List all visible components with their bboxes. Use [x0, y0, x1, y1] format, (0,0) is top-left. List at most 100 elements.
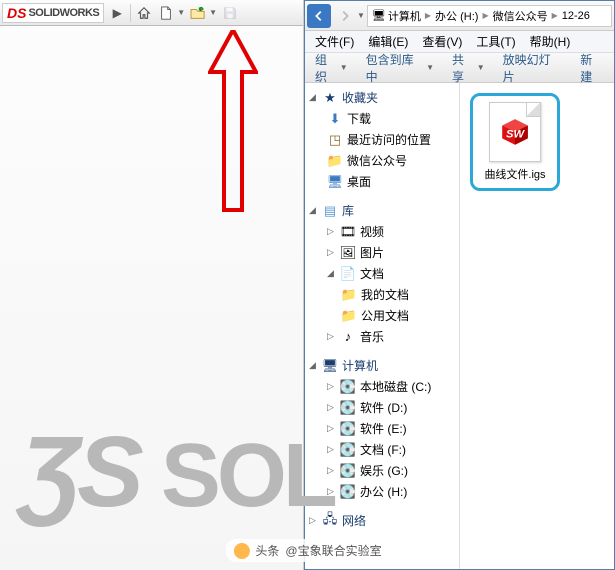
expand-icon: ▷ [327, 402, 336, 413]
tree-label: 音乐 [360, 328, 384, 345]
open-dropdown-icon[interactable]: ▼ [209, 8, 217, 17]
chevron-down-icon: ▼ [340, 63, 348, 72]
nav-history-icon[interactable]: ▼ [357, 11, 365, 20]
annotation-arrow-icon [208, 30, 258, 215]
computer-icon: 🖥 [372, 9, 386, 22]
recent-icon: ◳ [327, 132, 343, 148]
tree-label: 微信公众号 [347, 152, 407, 169]
solidworks-toolbar: DS SOLIDWORKS ▶ ▼ ▼ [0, 0, 303, 26]
folder-icon: 📁 [341, 308, 357, 324]
tree-label: 软件 (E:) [360, 420, 407, 437]
open-icon[interactable] [189, 4, 207, 22]
expand-button[interactable]: ▶ [108, 4, 126, 22]
tree-music[interactable]: ▷ ♪音乐 [305, 326, 459, 347]
cmd-share[interactable]: 共享 ▼ [448, 49, 489, 87]
tree-label: 软件 (D:) [360, 399, 407, 416]
expand-icon: ▷ [327, 226, 336, 237]
document-icon: 📄 [340, 266, 356, 282]
tree-favorites[interactable]: ◢★收藏夹 [305, 87, 459, 108]
command-bar: 组织 ▼ 包含到库中 ▼ 共享 ▼ 放映幻灯片 新建 [305, 53, 614, 83]
tree-pictures[interactable]: ▷ 🖼图片 [305, 242, 459, 263]
tree-label: 桌面 [347, 173, 371, 190]
new-dropdown-icon[interactable]: ▼ [177, 8, 185, 17]
save-icon[interactable] [221, 4, 239, 22]
tree-documents[interactable]: ◢ 📄文档 [305, 263, 459, 284]
crumb-folder1[interactable]: 微信公众号 [491, 8, 550, 24]
tree-label: 下载 [347, 110, 371, 127]
cmd-label: 组织 [315, 51, 339, 85]
tree-label: 收藏夹 [342, 89, 378, 106]
cmd-include-library[interactable]: 包含到库中 ▼ [362, 49, 438, 87]
nav-back-button[interactable] [307, 4, 331, 28]
solidworks-logo[interactable]: DS SOLIDWORKS [2, 3, 104, 23]
chevron-right-icon: ▶ [425, 11, 431, 20]
cmd-new[interactable]: 新建 [576, 49, 608, 87]
tree-label: 图片 [360, 244, 384, 261]
tree-label: 文档 [360, 265, 384, 282]
tree-my-documents[interactable]: 📁我的文档 [305, 284, 459, 305]
tree-desktop[interactable]: 🖥桌面 [305, 171, 459, 192]
toolbar-separator [130, 4, 131, 22]
tree-public-documents[interactable]: 📁公用文档 [305, 305, 459, 326]
tree-label: 库 [342, 202, 354, 219]
solidworks-pane: DS SOLIDWORKS ▶ ▼ ▼ ƷS SOL [0, 0, 304, 570]
avatar-icon [233, 543, 249, 559]
tree-label: 办公 (H:) [360, 483, 407, 500]
expand-icon: ▷ [327, 331, 336, 342]
tree-label: 公用文档 [361, 307, 409, 324]
computer-icon: 🖥 [322, 358, 338, 374]
tree-recent[interactable]: ◳最近访问的位置 [305, 129, 459, 150]
cmd-label: 包含到库中 [366, 51, 425, 85]
drive-icon: 💽 [340, 484, 356, 500]
expand-icon: ▷ [327, 247, 336, 258]
solidworks-file-icon: SW [499, 116, 531, 148]
files-pane[interactable]: SW 曲线文件.igs [460, 83, 614, 569]
crumb-computer[interactable]: 🖥 计算机 [370, 8, 423, 24]
crumb-drive[interactable]: 办公 (H:) [433, 8, 480, 24]
crumb-folder2[interactable]: 12-26 [560, 10, 592, 22]
explorer-window: ▼ 🖥 计算机 ▶ 办公 (H:) ▶ 微信公众号 ▶ 12-26 文件(F) … [304, 0, 615, 570]
tree-label: 娱乐 (G:) [360, 462, 408, 479]
download-icon: ⬇ [327, 111, 343, 127]
tree-label: 最近访问的位置 [347, 131, 431, 148]
logo-text: SOLIDWORKS [28, 7, 99, 19]
explorer-body: ◢★收藏夹 ⬇下载 ◳最近访问的位置 📁微信公众号 🖥桌面 ◢▤库 ▷🎞视频 ▷… [305, 83, 614, 569]
tree-computer[interactable]: ◢🖥计算机 [305, 355, 459, 376]
picture-icon: 🖼 [340, 245, 356, 261]
file-item-igs[interactable]: SW 曲线文件.igs [470, 93, 560, 191]
chevron-right-icon: ▶ [552, 11, 558, 20]
breadcrumb[interactable]: 🖥 计算机 ▶ 办公 (H:) ▶ 微信公众号 ▶ 12-26 [367, 5, 612, 27]
collapse-icon: ◢ [309, 360, 318, 371]
expand-icon: ▷ [327, 381, 336, 392]
tree-label: 网络 [342, 512, 366, 529]
tree-wechat-folder[interactable]: 📁微信公众号 [305, 150, 459, 171]
nav-forward-button[interactable] [333, 4, 357, 28]
file-thumbnail-icon: SW [489, 102, 541, 162]
tree-videos[interactable]: ▷🎞视频 [305, 221, 459, 242]
collapse-icon: ◢ [327, 268, 336, 279]
cmd-slideshow[interactable]: 放映幻灯片 [499, 49, 567, 87]
svg-text:SW: SW [506, 129, 525, 141]
crumb-label: 计算机 [388, 8, 421, 24]
drive-icon: 💽 [340, 463, 356, 479]
music-icon: ♪ [340, 329, 356, 345]
drive-icon: 💽 [340, 421, 356, 437]
home-icon[interactable] [135, 4, 153, 22]
tree-label: 文档 (F:) [360, 441, 406, 458]
collapse-icon: ◢ [309, 92, 318, 103]
chevron-down-icon: ▼ [477, 63, 485, 72]
tree-drive-c[interactable]: ▷💽本地磁盘 (C:) [305, 376, 459, 397]
new-document-icon[interactable] [157, 4, 175, 22]
logo-ds-icon: DS [7, 5, 26, 21]
chevron-down-icon: ▼ [426, 63, 434, 72]
cmd-organize[interactable]: 组织 ▼ [311, 49, 352, 87]
collapse-icon: ◢ [309, 205, 318, 216]
chevron-right-icon: ▶ [482, 11, 488, 20]
tree-label: 我的文档 [361, 286, 409, 303]
drive-icon: 💽 [340, 400, 356, 416]
folder-icon: 📁 [327, 153, 343, 169]
tree-libraries[interactable]: ◢▤库 [305, 200, 459, 221]
explorer-navbar: ▼ 🖥 计算机 ▶ 办公 (H:) ▶ 微信公众号 ▶ 12-26 [305, 1, 614, 31]
tree-downloads[interactable]: ⬇下载 [305, 108, 459, 129]
cmd-label: 共享 [452, 51, 476, 85]
